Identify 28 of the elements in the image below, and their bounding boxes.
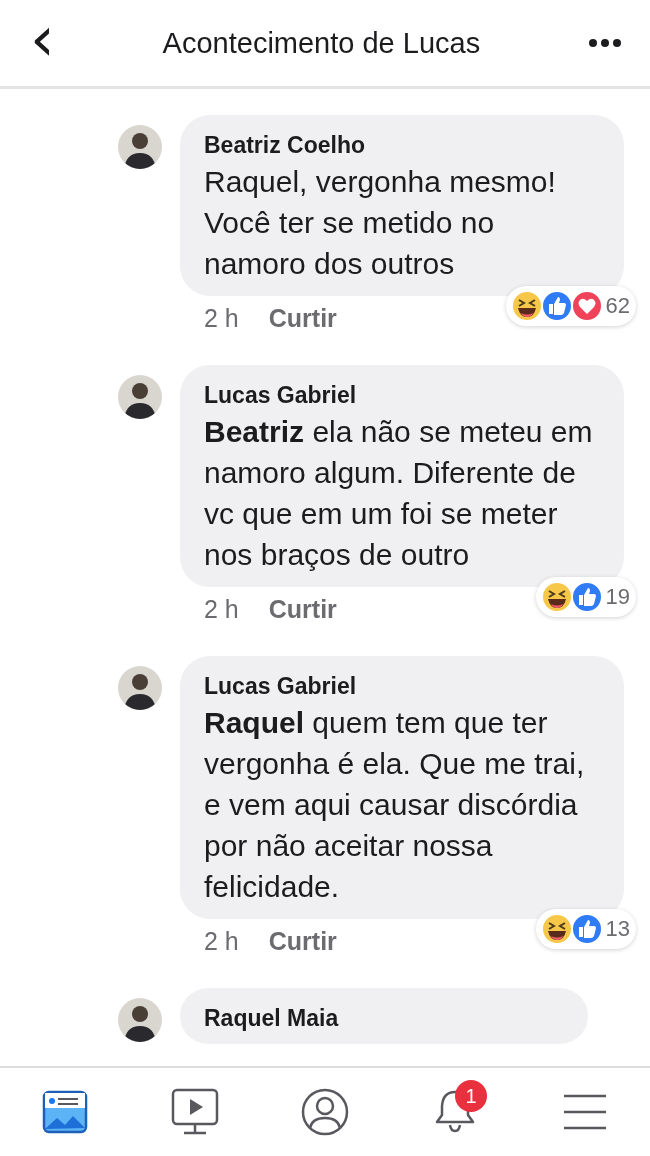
comment-time: 2 h	[204, 304, 239, 333]
reaction-count: 19	[605, 584, 630, 610]
page-title: Acontecimento de Lucas	[162, 26, 481, 60]
news-feed-icon	[42, 1089, 88, 1135]
video-icon	[170, 1088, 220, 1136]
more-icon[interactable]	[588, 38, 622, 48]
menu-icon	[562, 1092, 608, 1132]
comment-text: Raquel, vergonha mesmo! Você ter se metido no namoro dos outros	[204, 164, 557, 282]
profile-icon	[300, 1087, 350, 1137]
like-button[interactable]: Curtir	[268, 927, 337, 956]
comment-time: 2 h	[204, 595, 239, 624]
comment-text: Raquel quem tem que ter vergonha é ela. Que me trai, e vem aqui causar discórdia por não aceitar nossa felicidade.	[204, 705, 586, 905]
reaction-count: 62	[605, 293, 630, 319]
reactions-summary[interactable]: 19	[535, 577, 636, 617]
author-name[interactable]: Lucas Gabriel	[204, 381, 600, 409]
like-button[interactable]: Curtir	[268, 304, 337, 333]
reactions-summary[interactable]: 13	[535, 909, 636, 949]
back-button[interactable]: ‹	[30, 8, 55, 78]
like-button[interactable]: Curtir	[268, 595, 337, 624]
notification-badge: 1	[455, 1080, 487, 1112]
nav-tab[interactable]: 1	[425, 1082, 485, 1142]
author-name[interactable]: Beatriz Coelho	[204, 131, 600, 159]
reactions-summary[interactable]: 62	[505, 286, 636, 326]
author-name[interactable]: Lucas Gabriel	[204, 672, 600, 700]
comment-text: Beatriz ela não se meteu em namoro algum. Diferente de vc que em um foi se meter nos braços de outro	[204, 414, 594, 573]
reaction-count: 13	[605, 916, 630, 942]
author-name[interactable]: Raquel Maia	[204, 1004, 564, 1032]
comment-time: 2 h	[204, 927, 239, 956]
